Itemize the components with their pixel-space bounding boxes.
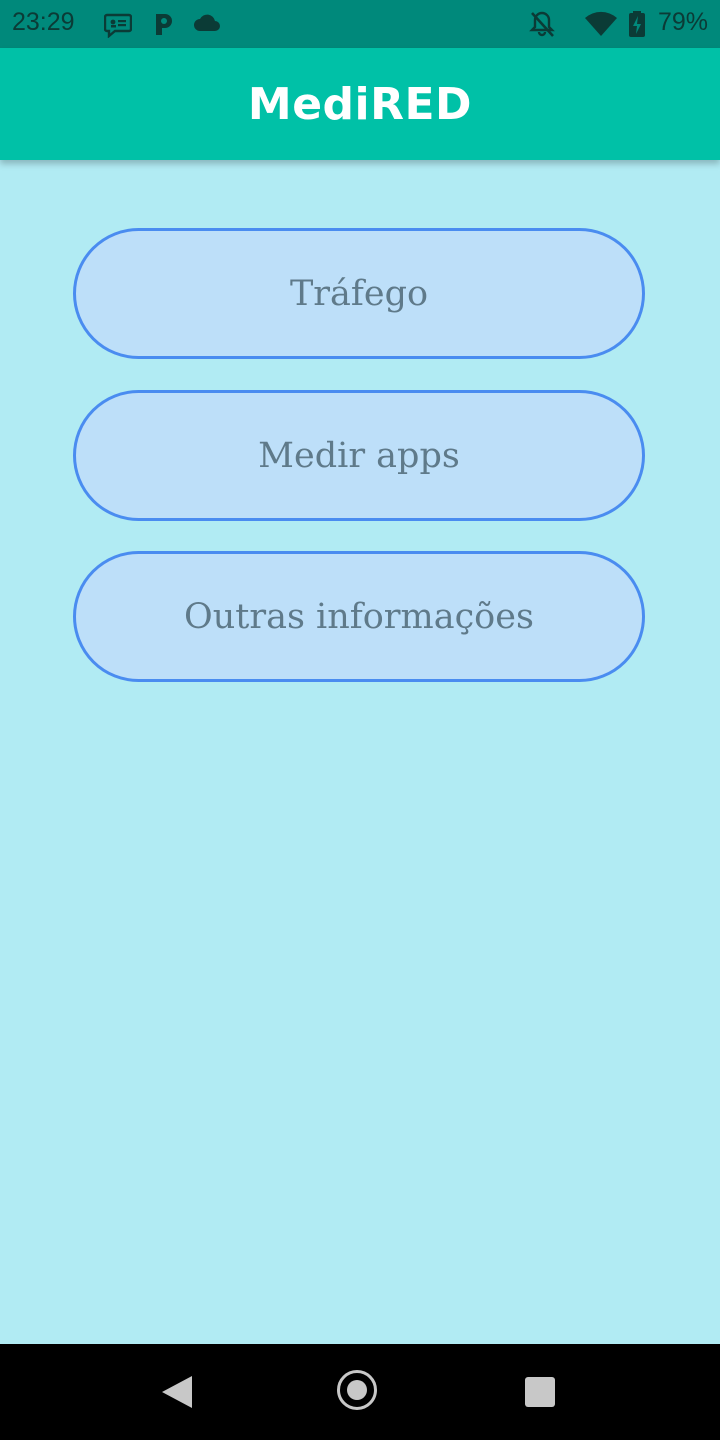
home-icon[interactable]	[337, 1370, 377, 1410]
home-icon-inner	[347, 1380, 367, 1400]
notifications-off-icon	[528, 10, 556, 38]
recents-icon[interactable]	[525, 1377, 555, 1407]
app-bar: MediRED	[0, 48, 720, 160]
cloud-icon	[192, 10, 220, 38]
battery-charging-icon	[628, 10, 646, 38]
parking-icon	[150, 10, 178, 38]
wifi-icon	[584, 10, 618, 38]
battery-percent: 79%	[657, 8, 708, 36]
outras-informacoes-button[interactable]: Outras informações	[73, 551, 645, 682]
app-title: MediRED	[247, 78, 473, 130]
trafego-button[interactable]: Tráfego	[73, 228, 645, 359]
medir-apps-button[interactable]: Medir apps	[73, 390, 645, 521]
navigation-bar	[0, 1344, 720, 1440]
back-icon[interactable]	[162, 1376, 192, 1408]
status-bar: 23:29 79%	[0, 0, 720, 48]
status-time: 23:29	[12, 8, 75, 36]
message-icon	[103, 10, 133, 39]
